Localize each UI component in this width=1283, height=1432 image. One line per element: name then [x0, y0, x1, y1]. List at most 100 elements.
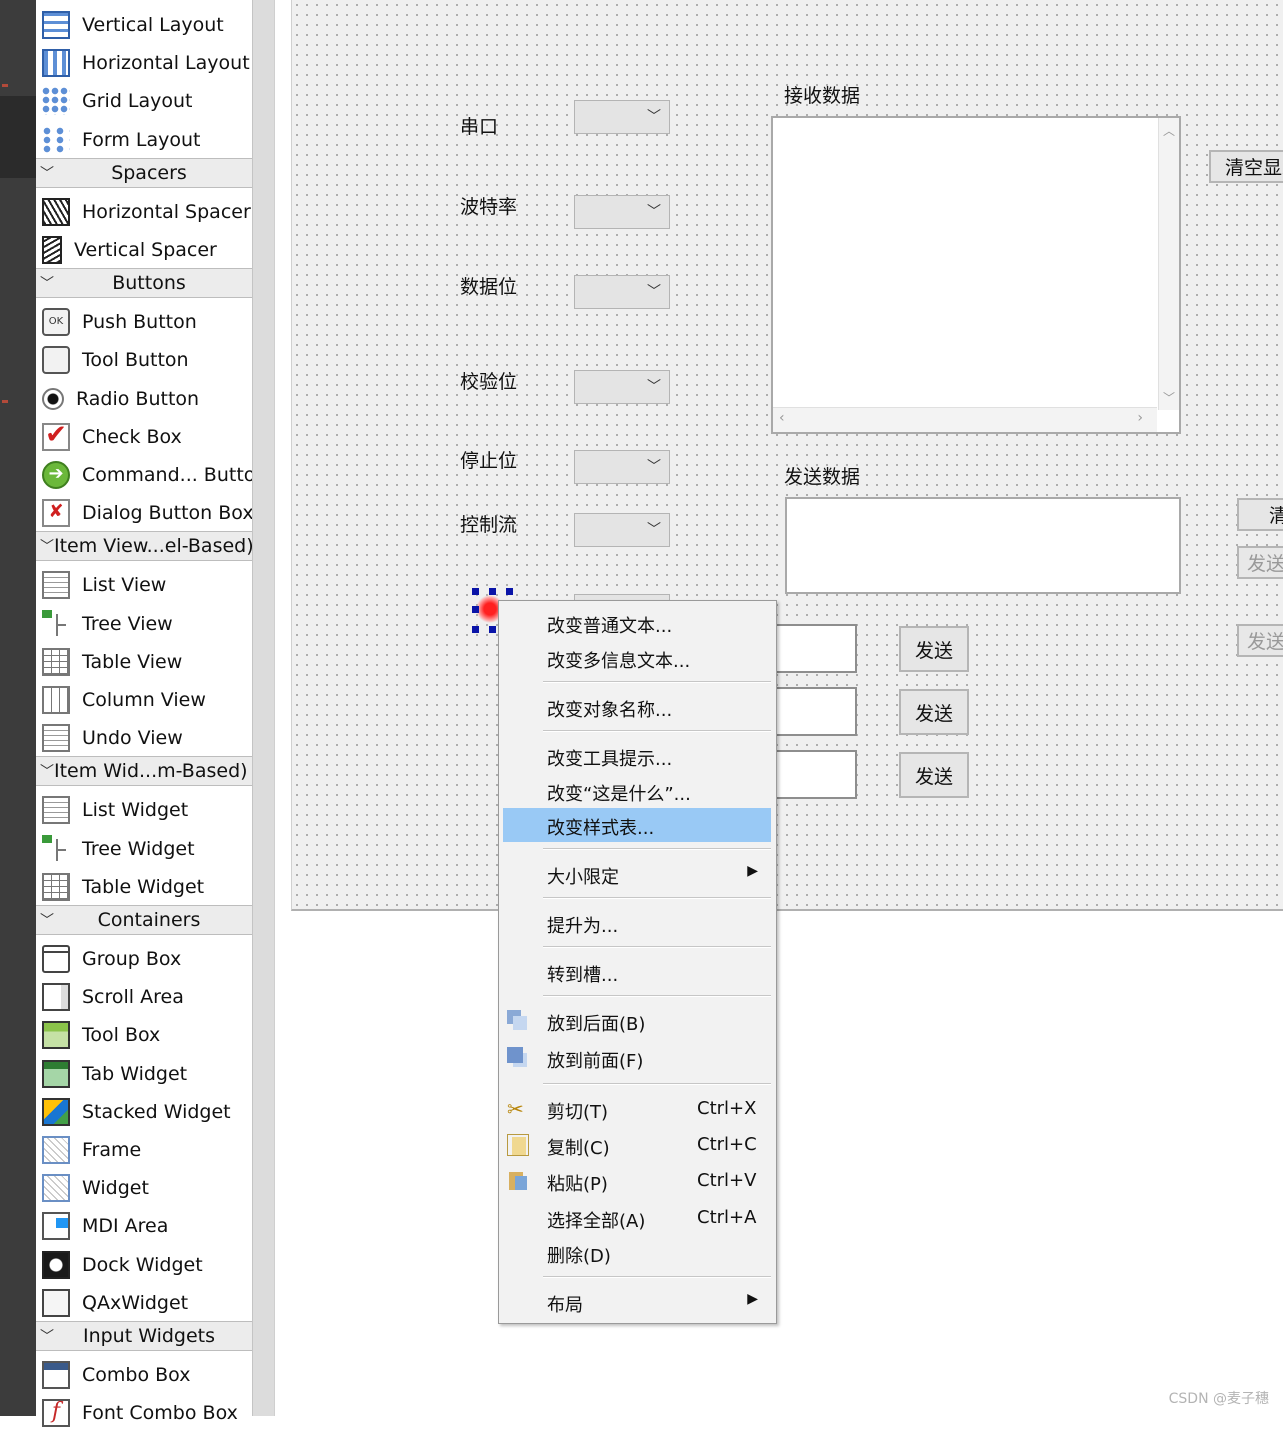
scroll-right-icon[interactable]: › [1137, 410, 1143, 426]
widget-box-item[interactable]: Tree Widget [36, 830, 252, 868]
menu-item-bring-to-front[interactable]: 放到前面(F) [499, 1041, 776, 1075]
selection-handle[interactable] [472, 626, 479, 633]
widget-box-item[interactable]: Vertical Spacer [36, 231, 252, 269]
scroll-up-icon[interactable]: ︿ [1163, 122, 1175, 139]
scroll-left-icon[interactable]: ‹ [779, 410, 785, 426]
widget-box-item[interactable]: Scroll Area [36, 978, 252, 1016]
category-header[interactable]: ﹀ Input Widgets [36, 1321, 252, 1351]
send-button-3[interactable]: 发送 [899, 752, 969, 798]
widget-box-item[interactable]: Widget [36, 1169, 252, 1207]
parity-label: 校验位 [460, 371, 518, 393]
menu-item-paste[interactable]: 粘贴(P) Ctrl+V [499, 1164, 776, 1198]
widget-box-item[interactable]: Group Box [36, 940, 252, 978]
parity-combo[interactable]: ﹀ [574, 370, 670, 404]
category-header[interactable]: ﹀ Buttons [36, 268, 252, 299]
selection-handle[interactable] [472, 588, 479, 595]
widget-box-item[interactable]: Undo View [36, 719, 252, 757]
menu-item-change-rich-text[interactable]: 改变多信息文本... [499, 641, 776, 675]
menu-item-change-whats-this[interactable]: 改变“这是什么”... [499, 774, 776, 808]
chevron-down-icon: ﹀ [647, 379, 661, 395]
combo-box-icon [42, 1361, 70, 1389]
clear-display-button[interactable]: 清空显示 [1209, 150, 1283, 183]
widget-box-item[interactable]: f Font Combo Box [36, 1394, 252, 1432]
menu-item-delete[interactable]: 删除(D) [499, 1236, 776, 1270]
widget-box-item-label: Vertical Layout [82, 14, 224, 36]
widget-box-item[interactable]: Tool Box [36, 1016, 252, 1054]
category-header[interactable]: ﹀ Item Wid...m-Based) [36, 756, 252, 787]
menu-item-promote-to[interactable]: 提升为... [499, 906, 776, 940]
send-button-2[interactable]: 发送 [899, 689, 969, 735]
widget-box-item[interactable]: Table View [36, 643, 252, 681]
send-main-button[interactable]: 发送 [1237, 546, 1283, 579]
menu-item-cut[interactable]: ✂ 剪切(T) Ctrl+X [499, 1092, 776, 1126]
menu-item-send-to-back[interactable]: 放到后面(B) [499, 1004, 776, 1038]
category-header[interactable]: ﹀ Item View...el-Based) [36, 531, 254, 562]
selection-handle[interactable] [506, 588, 513, 595]
selection-handle[interactable] [489, 588, 496, 595]
widget-box-item[interactable]: Vertical Layout [36, 6, 252, 44]
widget-box-item[interactable]: QAxWidget [36, 1284, 252, 1322]
widget-box-item[interactable]: Form Layout [36, 121, 252, 159]
widget-box-item[interactable]: OK Push Button [36, 303, 252, 341]
widget-box-item[interactable]: Grid Layout [36, 82, 252, 120]
widget-box-item[interactable]: Tree View [36, 605, 252, 643]
side-dock-strip [0, 0, 36, 1416]
receive-data-label: 接收数据 [784, 85, 861, 107]
menu-item-copy[interactable]: 复制(C) Ctrl+C [499, 1128, 776, 1162]
menu-item-change-plain-text[interactable]: 改变普通文本... [499, 606, 776, 640]
menu-item-label: 改变普通文本... [547, 616, 673, 637]
widget-box-item[interactable]: Horizontal Layout [36, 44, 252, 82]
form-canvas[interactable]: 串口 波特率 数据位 校验位 停止位 控制流 ﹀ ﹀ ﹀ ﹀ ﹀ ﹀ 接收数据 … [291, 0, 1283, 911]
flow-control-combo[interactable]: ﹀ [574, 513, 670, 547]
receive-vertical-scrollbar[interactable]: ︿ ﹀ [1158, 118, 1179, 410]
send-textarea[interactable] [785, 497, 1181, 594]
dialog-button-box-icon: ✘ [42, 499, 70, 528]
menu-item-size-constraints[interactable]: 大小限定 ▶ [499, 857, 776, 891]
category-label: Buttons [112, 272, 186, 295]
menu-item-change-object-name[interactable]: 改变对象名称... [499, 690, 776, 724]
widget-box-item[interactable]: Frame [36, 1131, 252, 1169]
widget-box-item[interactable]: ➔ Command... Button [36, 456, 267, 494]
widget-box-scrollbar[interactable] [252, 0, 275, 1416]
category-header[interactable]: ﹀ Spacers [36, 157, 252, 188]
widget-box-item[interactable]: Tool Button [36, 341, 252, 379]
widget-box-item[interactable]: Radio Button [36, 380, 252, 418]
vertical-spacer-icon [42, 236, 62, 264]
send-button-1[interactable]: 发送 [899, 626, 969, 672]
widget-box-item[interactable]: List Widget [36, 791, 252, 829]
category-header[interactable]: ﹀ Containers [36, 905, 252, 935]
menu-item-layout[interactable]: 布局 ▶ [499, 1285, 776, 1319]
widget-box-item[interactable]: ✘ Dialog Button Box [36, 494, 254, 532]
tree-view-icon [42, 609, 70, 638]
data-bits-combo[interactable]: ﹀ [574, 275, 670, 309]
menu-item-change-tooltip[interactable]: 改变工具提示... [499, 739, 776, 773]
port-combo[interactable]: ﹀ [574, 100, 670, 134]
widget-box-item[interactable]: Combo Box [36, 1356, 252, 1394]
widget-box-item[interactable]: ✔ Check Box [36, 418, 252, 456]
menu-item-go-to-slot[interactable]: 转到槽... [499, 955, 776, 989]
stop-bits-combo[interactable]: ﹀ [574, 450, 670, 484]
widget-box-item[interactable]: MDI Area [36, 1207, 252, 1245]
widget-box-item[interactable]: Column View [36, 681, 252, 719]
menu-item-change-stylesheet[interactable]: 改变样式表... [503, 808, 771, 842]
clear-send-button[interactable]: 清 [1237, 498, 1283, 531]
context-menu: 改变普通文本... 改变多信息文本... 改变对象名称... 改变工具提示...… [498, 600, 777, 1324]
mdi-area-icon [42, 1212, 70, 1241]
menu-item-select-all[interactable]: 选择全部(A) Ctrl+A [499, 1201, 776, 1235]
scroll-down-icon[interactable]: ﹀ [1163, 389, 1175, 406]
baud-combo[interactable]: ﹀ [574, 195, 670, 229]
data-bits-label: 数据位 [460, 276, 518, 298]
widget-box-item[interactable]: Horizontal Spacer [36, 193, 252, 231]
widget-box-item[interactable]: Tab Widget [36, 1055, 252, 1093]
selection-handle[interactable] [489, 626, 496, 633]
receive-textarea[interactable]: ︿ ﹀ ‹ › [771, 116, 1181, 434]
selection-handle[interactable] [472, 606, 479, 613]
tab-widget-icon [42, 1059, 70, 1088]
menu-shortcut: Ctrl+A [697, 1207, 757, 1228]
widget-box-item[interactable]: Dock Widget [36, 1246, 252, 1284]
widget-box-item[interactable]: Table Widget [36, 868, 252, 906]
send-timer-button[interactable]: 发送 [1237, 624, 1283, 657]
widget-box-item[interactable]: Stacked Widget [36, 1093, 252, 1131]
receive-horizontal-scrollbar[interactable]: ‹ › [773, 407, 1157, 432]
widget-box-item[interactable]: List View [36, 566, 252, 604]
